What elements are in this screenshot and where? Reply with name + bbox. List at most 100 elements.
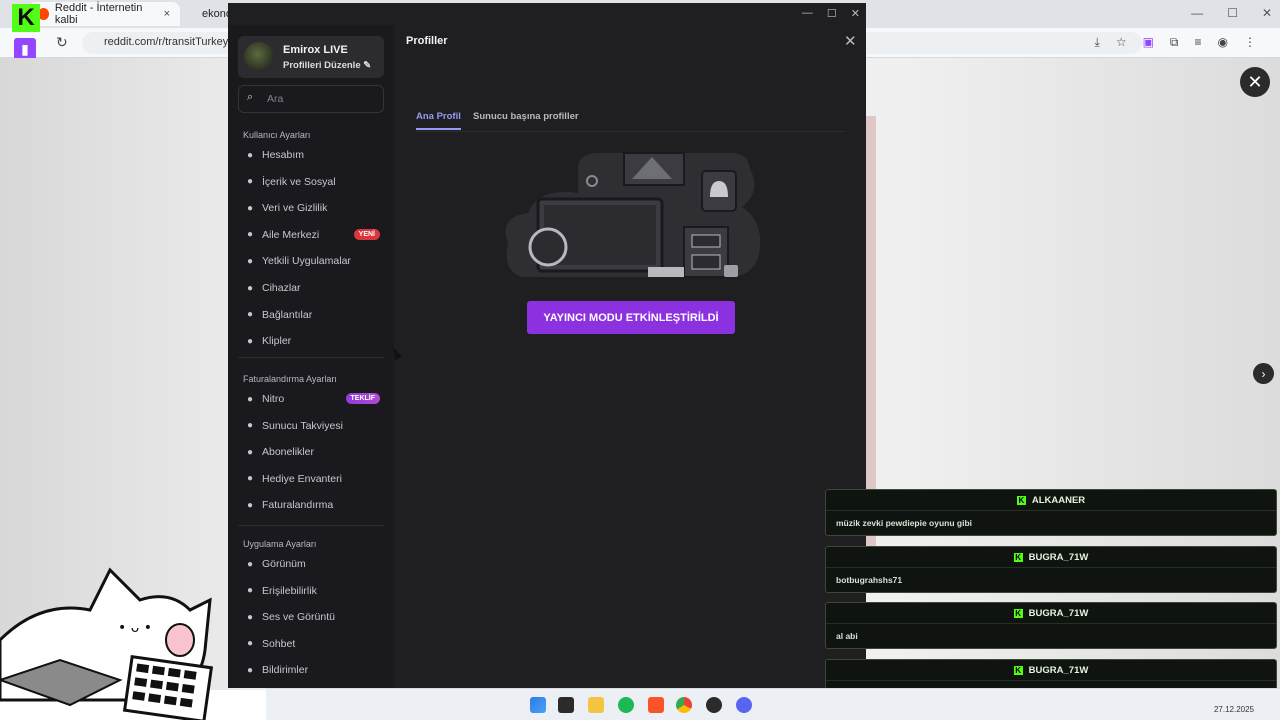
extension-icon[interactable]: ▣ xyxy=(1143,35,1154,50)
profile-card[interactable]: Emirox LIVE Profilleri Düzenle ✎ xyxy=(238,36,384,78)
minimize-icon[interactable]: — xyxy=(802,7,813,20)
sidebar-item-label: Cihazlar xyxy=(262,282,301,294)
close-settings-icon[interactable]: ✕ xyxy=(844,32,857,50)
discord-window: — ☐ ✕ Emirox LIVE Profilleri Düzenle ✎ A… xyxy=(228,3,866,688)
sidebar-item-subscription[interactable]: ● Abonelikler xyxy=(238,440,384,464)
kick-badge-icon: K xyxy=(1013,665,1023,675)
chrome-icon[interactable] xyxy=(676,697,692,713)
sidebar-item-label: Hesabım xyxy=(262,149,305,161)
sidebar-item-boost[interactable]: ● Sunucu Takviyesi xyxy=(238,414,384,438)
sidebar-item-label: İçerik ve Sosyal xyxy=(262,175,336,188)
puzzle-icon[interactable]: ⧉ xyxy=(1170,35,1179,50)
terminal-icon[interactable] xyxy=(558,697,574,713)
sidebar-item-person[interactable]: ● Hesabım xyxy=(238,143,384,167)
lightbox-next-icon[interactable]: › xyxy=(1253,363,1274,384)
gift-icon: ● xyxy=(246,473,254,485)
sidebar-item-label: Yetkili Uygulamalar xyxy=(262,255,351,268)
sidebar-item-label: Aile Merkezi xyxy=(262,228,320,241)
tab-close-icon[interactable]: × xyxy=(164,8,170,20)
browser-extension-icons: ⤓ ☆ ▣ ⧉ ≡ ◉ ⋮ xyxy=(1095,35,1257,50)
profile-icon[interactable]: ◉ xyxy=(1218,35,1228,50)
file-explorer-icon[interactable] xyxy=(588,697,604,713)
tab-title: Reddit - İnternetin kalbi xyxy=(54,2,143,26)
sidebar-item-shield[interactable]: ● Veri ve Gizlilik xyxy=(238,196,384,220)
discord-icon[interactable] xyxy=(736,697,752,713)
sidebar-item-link[interactable]: ● Bağlantılar xyxy=(238,303,384,327)
apps-icon: ● xyxy=(246,255,254,267)
nav-buttons: ↻ xyxy=(56,34,68,51)
section-app-settings: Uygulama Ayarları xyxy=(243,539,317,549)
sidebar-item-label: Faturalandırma xyxy=(262,499,334,512)
section-billing-settings: Faturalandırma Ayarları xyxy=(243,374,337,384)
sidebar-item-label: Klipler xyxy=(262,335,292,348)
devices-icon: ● xyxy=(246,282,254,294)
obs-icon[interactable] xyxy=(706,697,722,713)
sidebar-item-label: Ses ve Görüntü xyxy=(262,611,335,624)
media-icon[interactable]: ≡ xyxy=(1195,35,1202,50)
menu-icon[interactable]: ⋮ xyxy=(1244,35,1256,50)
chat-username: BUGRA_71W xyxy=(1028,607,1089,619)
bookmark-star-icon[interactable]: ☆ xyxy=(1116,35,1127,50)
sidebar-item-label: Erişilebilirlik xyxy=(262,584,317,597)
settings-search-input[interactable]: Ara xyxy=(238,85,384,113)
screen: { "browser": { "tabs": [ {"label": "Redd… xyxy=(0,0,1280,720)
tab-server-profiles[interactable]: Sunucu başına profiller xyxy=(473,111,579,128)
chat-message: K BUGRA_71Wal abi xyxy=(825,602,1277,649)
streamer-mode-illustration xyxy=(505,152,761,278)
install-icon[interactable]: ⤓ xyxy=(1095,35,1100,50)
chat-username: BUGRA_71W xyxy=(1028,664,1089,676)
avatar xyxy=(244,42,274,72)
sidebar-item-nitro[interactable]: ● Nitro TEKLİF xyxy=(238,387,384,411)
chat-username: ALKAANER xyxy=(1031,494,1086,506)
tab-main-profile[interactable]: Ana Profil xyxy=(416,111,461,130)
browser-tab-reddit[interactable]: Reddit - İnternetin kalbi × xyxy=(28,2,180,26)
bongo-cat-image: • ᴗ • xyxy=(0,567,266,720)
boost-icon: ● xyxy=(246,420,254,432)
sidebar-item-label: Görünüm xyxy=(262,558,306,570)
sidebar-item-billing[interactable]: ● Faturalandırma xyxy=(238,493,384,517)
nitro-icon: ● xyxy=(246,393,254,405)
sidebar-item-gift[interactable]: ● Hediye Envanteri xyxy=(238,467,384,491)
maximize-icon[interactable]: ☐ xyxy=(827,7,837,20)
sidebar-item-devices[interactable]: ● Cihazlar xyxy=(238,276,384,300)
sidebar-item-apps[interactable]: ● Yetkili Uygulamalar xyxy=(238,249,384,273)
maximize-icon[interactable]: ☐ xyxy=(1227,6,1238,20)
chat-message: K ALKAANER müzik zevki pewdiepie oyunu gib… xyxy=(825,489,1277,536)
windows-start-icon[interactable] xyxy=(530,697,546,713)
spotify-icon[interactable] xyxy=(618,697,634,713)
discord-titlebar: — ☐ ✕ xyxy=(228,3,866,25)
brave-icon[interactable] xyxy=(648,697,664,713)
chat-text: botbugrahshs71 xyxy=(836,575,903,585)
close-icon[interactable]: ✕ xyxy=(1262,6,1272,20)
edit-profiles-link[interactable]: Profilleri Düzenle ✎ xyxy=(283,60,371,71)
profiles-panel: Profiller ✕ Ana Profil Sunucu başına pro… xyxy=(394,25,866,688)
chat-username: BUGRA_71W xyxy=(1028,551,1089,563)
lightbox-close-icon[interactable]: ✕ xyxy=(1240,67,1270,97)
chat-header: K BUGRA_71W xyxy=(826,660,1276,681)
sidebar-item-family[interactable]: ● Aile Merkezi YENİ xyxy=(238,223,384,247)
page-title: Profiller xyxy=(406,35,448,47)
sidebar-item-clips[interactable]: ● Klipler xyxy=(238,329,384,353)
close-icon[interactable]: ✕ xyxy=(851,7,860,20)
family-icon: ● xyxy=(246,229,254,241)
chat-header: K BUGRA_71W xyxy=(826,547,1276,568)
kick-badge-icon: K xyxy=(1013,552,1023,562)
sidebar-item-social[interactable]: ● İçerik ve Sosyal xyxy=(238,170,384,194)
kick-badge-icon: K xyxy=(1013,608,1023,618)
sidebar-item-label: Sohbet xyxy=(262,637,296,650)
sidebar-item-label: Veri ve Gizlilik xyxy=(262,202,328,215)
sidebar-item-label: Abonelikler xyxy=(262,446,314,459)
taskbar-date: 27.12.2025 xyxy=(1213,705,1254,714)
svg-text:• ᴗ •: • ᴗ • xyxy=(118,620,152,636)
chat-message: K BUGRA_71W botbugrahshs71 xyxy=(825,546,1277,593)
sidebar-item-label: Nitro xyxy=(262,393,285,405)
streamer-mode-button[interactable]: YAYINCI MODU ETKİNLEŞTİRİLDİ xyxy=(527,301,735,334)
sidebar-item-label: Bildirimler xyxy=(262,664,309,677)
chat-header: K ALKAANER xyxy=(826,490,1276,511)
background-blur xyxy=(866,116,876,546)
chat-text: al abi xyxy=(836,631,858,641)
reload-icon[interactable]: ↻ xyxy=(56,34,68,51)
minimize-icon[interactable]: — xyxy=(1191,6,1203,20)
badge: YENİ xyxy=(353,228,380,240)
chat-text: müzik zevki pewdiepie oyunu gibi xyxy=(836,518,973,528)
